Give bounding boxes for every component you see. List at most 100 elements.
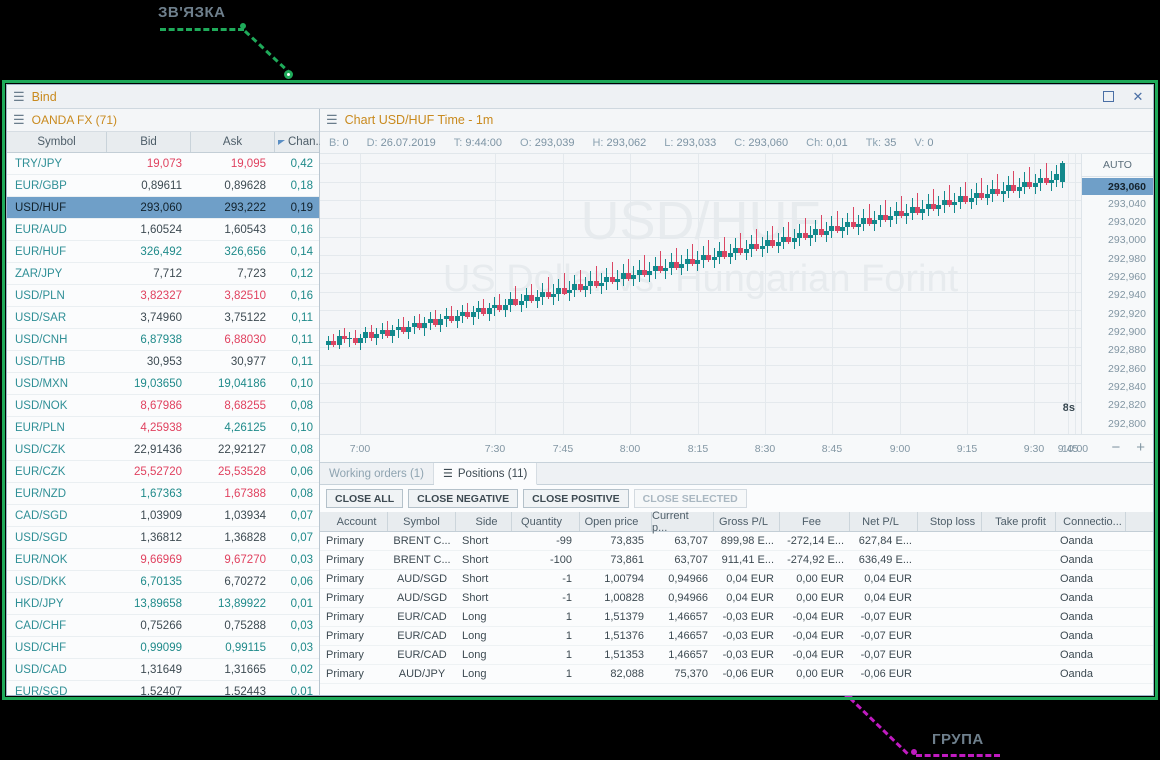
watchlist-cell-ask: 30,977 xyxy=(191,351,275,372)
positions-column-header[interactable]: Quantity xyxy=(512,512,580,531)
positions-cell-stop-loss xyxy=(918,551,982,569)
positions-table-row[interactable]: PrimaryBRENT C...Short-10073,86163,70791… xyxy=(320,551,1153,570)
watchlist-cell-bid: 6,70135 xyxy=(107,571,191,592)
watchlist-row[interactable]: CAD/SGD1,039091,039340,07 xyxy=(7,505,319,527)
positions-cell-connection: Oanda xyxy=(1056,608,1126,626)
watchlist-row[interactable]: USD/CNH6,879386,880300,11 xyxy=(7,329,319,351)
candle-body xyxy=(904,213,909,217)
watchlist-row[interactable]: USD/NOK8,679868,682550,08 xyxy=(7,395,319,417)
watchlist-cell-bid: 30,953 xyxy=(107,351,191,372)
column-header-ask[interactable]: Ask xyxy=(191,132,275,152)
candle-body xyxy=(369,332,374,338)
maximize-button[interactable] xyxy=(1093,85,1123,108)
chart-auto-button[interactable]: AUTO xyxy=(1082,154,1153,177)
watchlist-row[interactable]: USD/HUF293,060293,2220,19 xyxy=(7,197,319,219)
chart-time-axis[interactable]: − + 7:007:307:458:008:158:308:459:009:15… xyxy=(320,434,1153,462)
watchlist-hamburger-icon[interactable]: ☰ xyxy=(13,112,25,128)
watchlist-cell-symbol: USD/MXN xyxy=(7,373,107,394)
positions-column-header[interactable]: Open price xyxy=(580,512,652,531)
positions-column-header[interactable]: Account xyxy=(320,512,388,531)
column-header-symbol[interactable]: Symbol xyxy=(7,132,107,152)
positions-action-close-negative[interactable]: CLOSE NEGATIVE xyxy=(408,489,518,508)
candle-wick xyxy=(349,332,350,347)
positions-cell-net-pl: -0,06 EUR xyxy=(850,665,918,683)
positions-column-header[interactable]: Side xyxy=(456,512,512,531)
watchlist-row[interactable]: USD/THB30,95330,9770,11 xyxy=(7,351,319,373)
watchlist-cell-symbol: USD/NOK xyxy=(7,395,107,416)
zoom-in-icon[interactable]: + xyxy=(1136,439,1145,456)
column-header-change[interactable]: Chan... ▼ xyxy=(275,132,319,152)
watchlist-row[interactable]: EUR/HUF326,492326,6560,14 xyxy=(7,241,319,263)
positions-action-close-all[interactable]: CLOSE ALL xyxy=(326,489,403,508)
chart-hamburger-icon[interactable]: ☰ xyxy=(326,112,338,128)
positions-column-header[interactable]: Gross P/L xyxy=(714,512,780,531)
positions-cell-net-pl: -0,07 EUR xyxy=(850,608,918,626)
positions-tab[interactable]: ☰Positions (11) xyxy=(434,463,537,485)
candle-body xyxy=(572,284,577,290)
watchlist-cell-ask: 293,222 xyxy=(191,197,275,218)
ohlc-field: T: 9:44:00 xyxy=(445,137,511,149)
positions-cell-take-profit xyxy=(982,627,1056,645)
positions-column-header[interactable]: Connectio... xyxy=(1056,512,1126,531)
watchlist-row[interactable]: USD/SAR3,749603,751220,11 xyxy=(7,307,319,329)
positions-column-header[interactable]: Take profit xyxy=(982,512,1056,531)
annotation-group-node-small[interactable] xyxy=(911,749,917,755)
column-header-bid[interactable]: Bid xyxy=(107,132,191,152)
positions-cell-stop-loss xyxy=(918,608,982,626)
watchlist-row[interactable]: USD/SGD1,368121,368280,07 xyxy=(7,527,319,549)
watchlist-row[interactable]: USD/CHF0,990990,991150,03 xyxy=(7,637,319,659)
positions-table-row[interactable]: PrimaryBRENT C...Short-9973,83563,707899… xyxy=(320,532,1153,551)
chart-plot-area[interactable]: USD/HUF US Dollar vs. Hungarian Forint 8… xyxy=(320,154,1081,434)
watchlist-row[interactable]: USD/PLN3,823273,825100,16 xyxy=(7,285,319,307)
candle-body xyxy=(615,279,620,283)
watchlist-cell-symbol: USD/PLN xyxy=(7,285,107,306)
watchlist-cell-symbol: CAD/CHF xyxy=(7,615,107,636)
watchlist-row[interactable]: EUR/SGD1,524071,524430,01 xyxy=(7,681,319,695)
annotation-link-node-small[interactable] xyxy=(240,23,246,29)
watchlist-row[interactable]: ZAR/JPY7,7127,7230,12 xyxy=(7,263,319,285)
window-titlebar: ☰ Bind ✕ xyxy=(7,85,1153,109)
positions-column-header[interactable]: Stop loss xyxy=(918,512,982,531)
positions-tab[interactable]: Working orders (1) xyxy=(320,463,434,484)
positions-column-header[interactable]: Fee xyxy=(780,512,850,531)
watchlist-row[interactable]: HKD/JPY13,8965813,899220,01 xyxy=(7,593,319,615)
chart-title: Chart USD/HUF Time - 1m xyxy=(345,113,494,127)
positions-table-row[interactable]: PrimaryAUD/SGDShort-11,008280,949660,04 … xyxy=(320,589,1153,608)
watchlist-cell-change: 0,08 xyxy=(275,483,319,504)
watchlist-row[interactable]: EUR/CZK25,5272025,535280,06 xyxy=(7,461,319,483)
watchlist-row[interactable]: EUR/PLN4,259384,261250,10 xyxy=(7,417,319,439)
watchlist-row[interactable]: EUR/NZD1,673631,673880,08 xyxy=(7,483,319,505)
window-hamburger-icon[interactable]: ☰ xyxy=(13,89,25,105)
positions-column-header[interactable]: Net P/L xyxy=(850,512,918,531)
watchlist-row[interactable]: EUR/AUD1,605241,605430,16 xyxy=(7,219,319,241)
positions-column-header[interactable]: Current p... xyxy=(652,512,714,531)
positions-table-row[interactable]: PrimaryEUR/CADLong11,513531,46657-0,03 E… xyxy=(320,646,1153,665)
watchlist-row[interactable]: TRY/JPY19,07319,0950,42 xyxy=(7,153,319,175)
positions-action-close-positive[interactable]: CLOSE POSITIVE xyxy=(523,489,629,508)
watchlist-row[interactable]: USD/MXN19,0365019,041860,10 xyxy=(7,373,319,395)
watchlist-cell-ask: 6,70272 xyxy=(191,571,275,592)
positions-table-row[interactable]: PrimaryAUD/JPYLong182,08875,370-0,06 EUR… xyxy=(320,665,1153,684)
watchlist-row[interactable]: CAD/CHF0,752660,752880,03 xyxy=(7,615,319,637)
watchlist-row[interactable]: USD/CZK22,9143622,921270,08 xyxy=(7,439,319,461)
watchlist-row[interactable]: EUR/NOK9,669699,672700,03 xyxy=(7,549,319,571)
close-button[interactable]: ✕ xyxy=(1123,85,1153,108)
candle-body xyxy=(326,341,331,345)
watchlist-cell-ask: 0,75288 xyxy=(191,615,275,636)
chart-ohlc-bar: B: 0D: 26.07.2019T: 9:44:00O: 293,039H: … xyxy=(320,132,1153,154)
chart-time-tick: 8:45 xyxy=(822,443,842,455)
positions-table-row[interactable]: PrimaryEUR/CADLong11,513791,46657-0,03 E… xyxy=(320,608,1153,627)
watchlist-row[interactable]: USD/DKK6,701356,702720,06 xyxy=(7,571,319,593)
positions-column-header[interactable]: Symbol xyxy=(388,512,456,531)
watchlist-row[interactable]: USD/CAD1,316491,316650,02 xyxy=(7,659,319,681)
positions-table-row[interactable]: PrimaryEUR/CADLong11,513761,46657-0,03 E… xyxy=(320,627,1153,646)
chart-price-axis[interactable]: AUTO 293,060293,040293,020293,000292,980… xyxy=(1081,154,1153,434)
zoom-out-icon[interactable]: − xyxy=(1111,439,1120,456)
annotation-link-node-large[interactable] xyxy=(284,70,293,79)
watchlist-row[interactable]: EUR/GBP0,896110,896280,18 xyxy=(7,175,319,197)
watchlist-cell-change: 0,08 xyxy=(275,395,319,416)
positions-table-row[interactable]: PrimaryAUD/SGDShort-11,007940,949660,04 … xyxy=(320,570,1153,589)
positions-cell-fee: -0,04 EUR xyxy=(780,627,850,645)
positions-cell-fee: 0,00 EUR xyxy=(780,665,850,683)
positions-cell-open-price: 1,51376 xyxy=(580,627,652,645)
